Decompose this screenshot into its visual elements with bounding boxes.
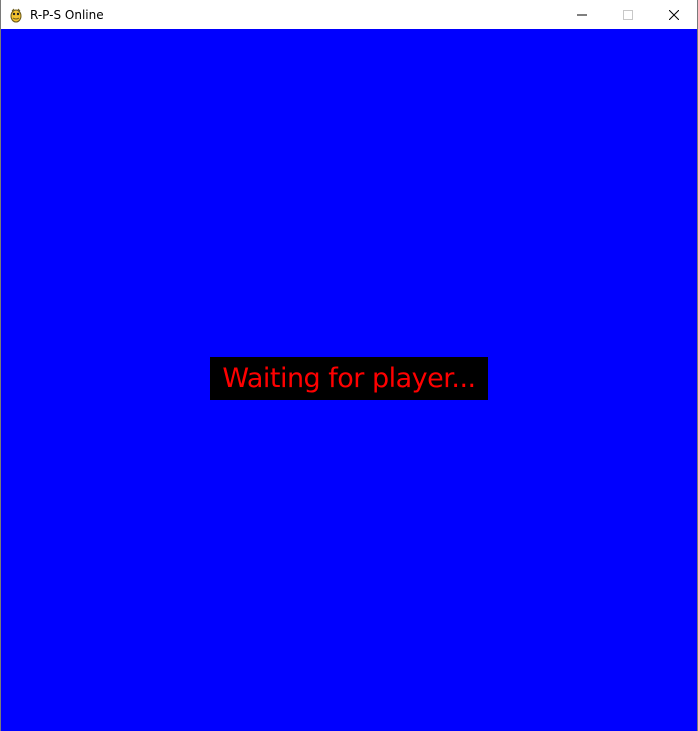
app-window: R-P-S Online Waiting for player...	[0, 0, 698, 731]
waiting-status-text: Waiting for player...	[222, 363, 476, 394]
maximize-icon	[623, 9, 633, 20]
close-icon	[669, 9, 679, 20]
minimize-button[interactable]	[559, 0, 605, 29]
status-box: Waiting for player...	[210, 357, 488, 400]
minimize-icon	[577, 10, 587, 20]
title-bar[interactable]: R-P-S Online	[1, 0, 697, 29]
close-button[interactable]	[651, 0, 697, 29]
maximize-button[interactable]	[605, 0, 651, 29]
game-canvas[interactable]: Waiting for player...	[1, 29, 697, 731]
pygame-snake-icon	[8, 7, 24, 23]
window-title: R-P-S Online	[30, 7, 104, 22]
